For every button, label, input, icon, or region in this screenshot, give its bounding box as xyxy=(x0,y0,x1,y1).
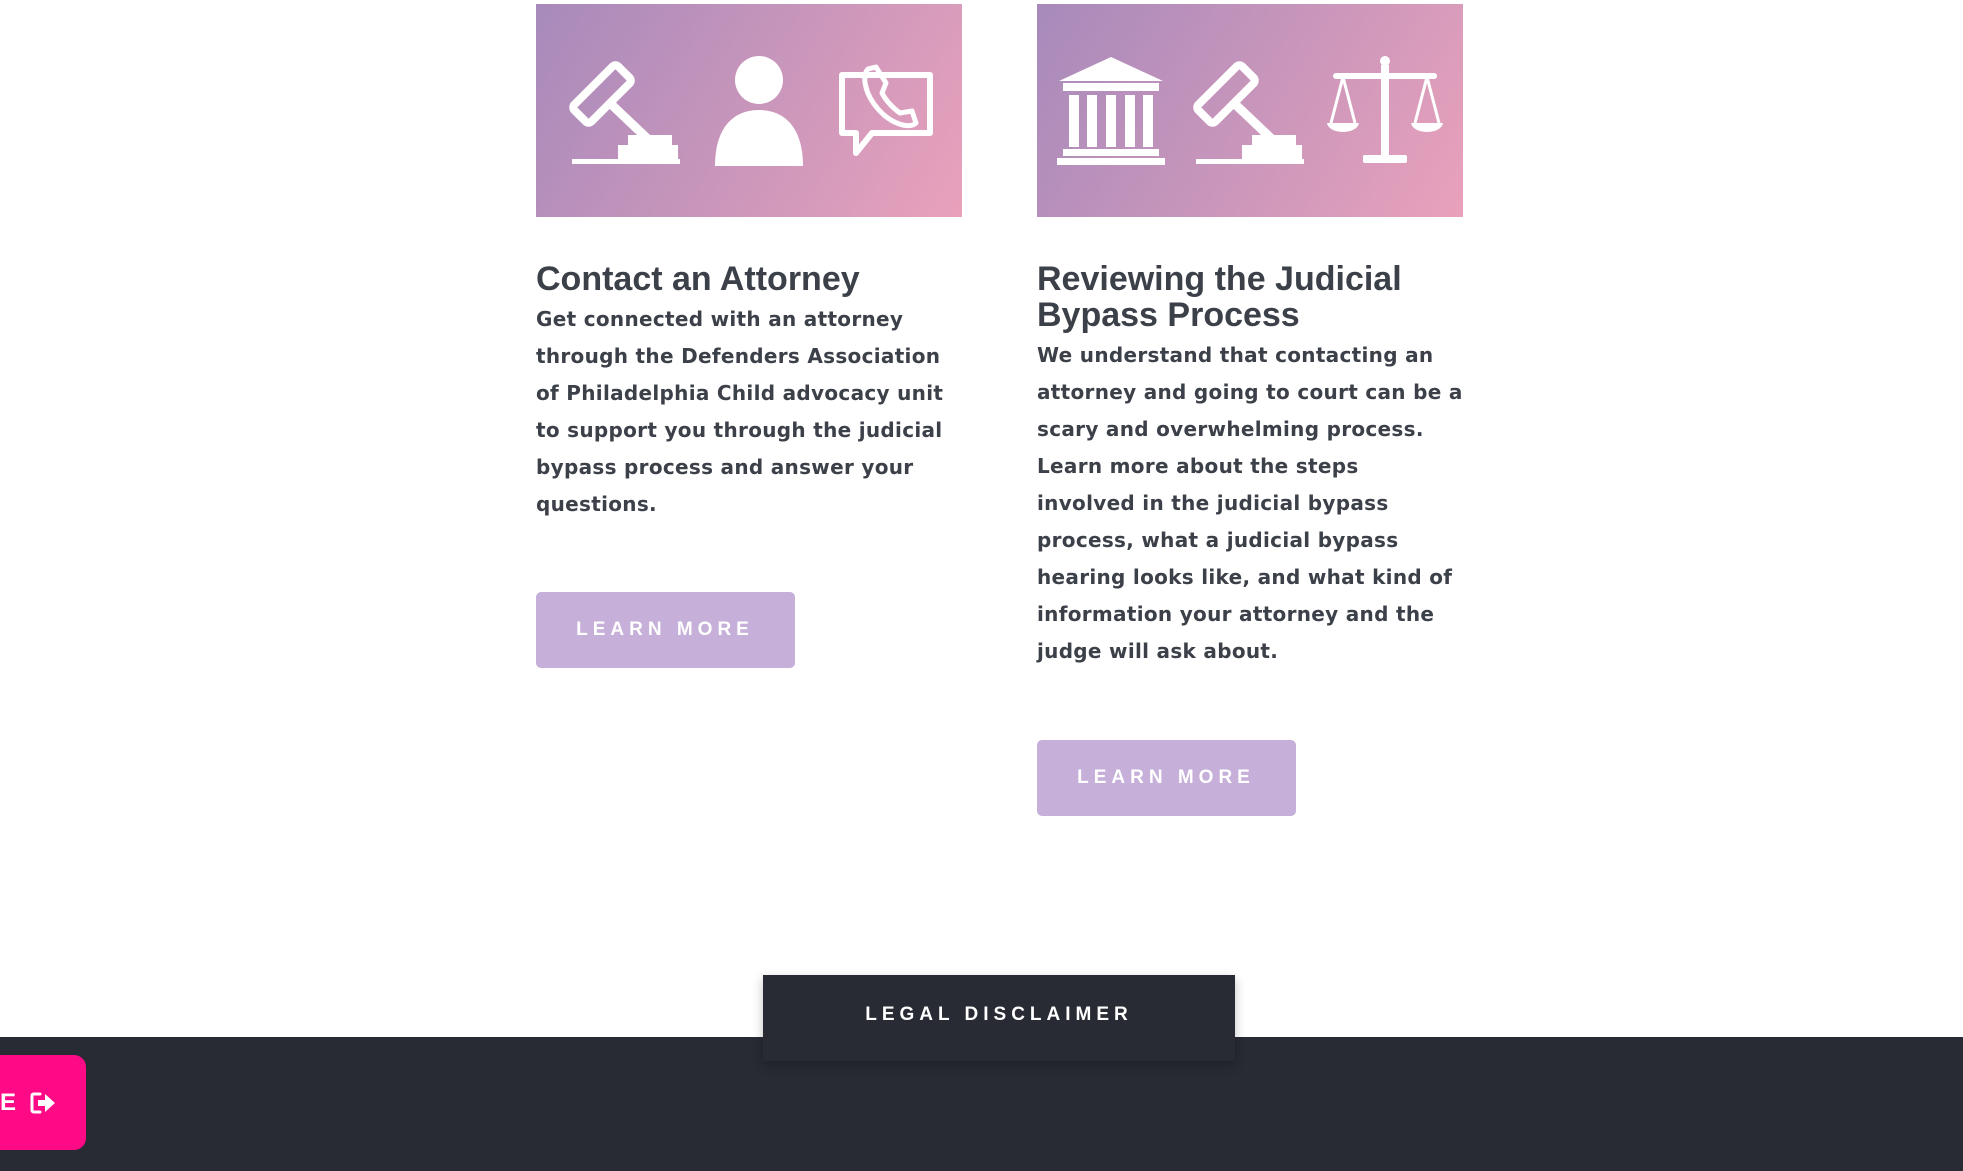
card-description: We understand that contacting an attorne… xyxy=(1037,343,1463,663)
gavel-icon xyxy=(569,60,681,164)
card-banner xyxy=(536,4,962,217)
courthouse-icon xyxy=(1057,56,1166,165)
learn-more-button[interactable]: LEARN MORE xyxy=(536,592,795,668)
person-icon xyxy=(714,55,803,166)
card-title: Contact an Attorney xyxy=(536,260,860,298)
quick-exit-button[interactable]: E xyxy=(0,1055,86,1150)
card-judicial-bypass-process: Reviewing the Judicial Bypass Process We… xyxy=(1037,4,1463,816)
card-description: Get connected with an attorney through t… xyxy=(536,307,944,516)
card-contact-attorney: Contact an Attorney Get connected with a… xyxy=(536,4,962,668)
exit-button-label: E xyxy=(0,1088,16,1116)
card-title: Reviewing the Judicial Bypass Process xyxy=(1037,260,1402,334)
learn-more-button[interactable]: LEARN MORE xyxy=(1037,740,1296,816)
legal-disclaimer-tab[interactable]: LEGAL DISCLAIMER xyxy=(763,975,1235,1061)
phone-chat-icon xyxy=(838,64,933,156)
page: Contact an Attorney Get connected with a… xyxy=(0,0,1963,1171)
exit-door-arrow-icon xyxy=(30,1092,55,1113)
card-banner xyxy=(1037,4,1463,217)
gavel-icon xyxy=(1193,60,1304,164)
scales-of-justice-icon xyxy=(1326,55,1443,163)
